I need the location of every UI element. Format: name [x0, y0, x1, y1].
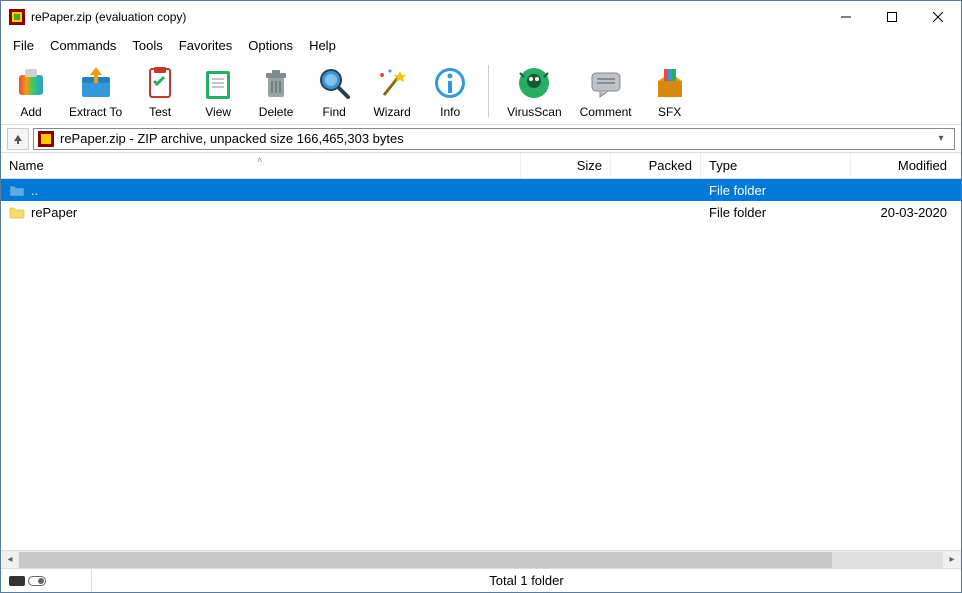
column-type[interactable]: Type: [701, 153, 851, 178]
menu-favorites[interactable]: Favorites: [171, 36, 240, 55]
column-packed[interactable]: Packed: [611, 153, 701, 178]
folder-icon: [9, 205, 25, 219]
extract-to-button[interactable]: Extract To: [69, 63, 122, 119]
toolbar: Add Extract To Test View Delete Find Wiz…: [1, 57, 961, 125]
maximize-button[interactable]: [869, 2, 915, 32]
close-button[interactable]: [915, 2, 961, 32]
virusscan-button[interactable]: VirusScan: [507, 63, 561, 119]
add-button[interactable]: Add: [11, 63, 51, 119]
find-icon: [314, 63, 354, 103]
info-icon: [430, 63, 470, 103]
address-text: rePaper.zip - ZIP archive, unpacked size…: [60, 131, 926, 146]
titlebar: rePaper.zip (evaluation copy): [1, 1, 961, 33]
address-field[interactable]: rePaper.zip - ZIP archive, unpacked size…: [33, 128, 955, 150]
virusscan-icon: [514, 63, 554, 103]
wizard-button[interactable]: Wizard: [372, 63, 412, 119]
status-left: [1, 576, 91, 586]
delete-icon: [256, 63, 296, 103]
scroll-left-button[interactable]: ◂: [1, 551, 19, 569]
menu-tools[interactable]: Tools: [124, 36, 170, 55]
scroll-thumb[interactable]: [19, 552, 832, 568]
status-text: Total 1 folder: [91, 569, 961, 592]
comment-button[interactable]: Comment: [580, 63, 632, 119]
sfx-icon: [650, 63, 690, 103]
menu-help[interactable]: Help: [301, 36, 344, 55]
file-type: File folder: [701, 205, 851, 220]
test-button[interactable]: Test: [140, 63, 180, 119]
list-item[interactable]: rePaper File folder 20-03-2020: [1, 201, 961, 223]
view-button[interactable]: View: [198, 63, 238, 119]
file-modified: 20-03-2020: [851, 205, 961, 220]
minimize-button[interactable]: [823, 2, 869, 32]
file-name: ..: [31, 183, 38, 198]
delete-button[interactable]: Delete: [256, 63, 296, 119]
list-item[interactable]: .. File folder: [1, 179, 961, 201]
scroll-track[interactable]: [19, 552, 943, 568]
scroll-right-button[interactable]: ▸: [943, 551, 961, 569]
comment-icon: [586, 63, 626, 103]
menu-file[interactable]: File: [5, 36, 42, 55]
up-button[interactable]: [7, 128, 29, 150]
column-headers: ˄ Name Size Packed Type Modified: [1, 153, 961, 179]
address-dropdown[interactable]: ▾: [932, 133, 950, 144]
menu-commands[interactable]: Commands: [42, 36, 124, 55]
disk-icon: [9, 576, 25, 586]
view-icon: [198, 63, 238, 103]
app-icon: [9, 9, 25, 25]
file-type: File folder: [701, 183, 851, 198]
test-icon: [140, 63, 180, 103]
info-button[interactable]: Info: [430, 63, 470, 119]
horizontal-scrollbar[interactable]: ◂ ▸: [1, 550, 961, 568]
wizard-icon: [372, 63, 412, 103]
file-list[interactable]: .. File folder rePaper File folder 20-03…: [1, 179, 961, 550]
toolbar-separator: [488, 65, 489, 117]
window-title: rePaper.zip (evaluation copy): [31, 10, 823, 24]
column-size[interactable]: Size: [521, 153, 611, 178]
menubar: File Commands Tools Favorites Options He…: [1, 33, 961, 57]
parent-folder-icon: [9, 183, 25, 197]
addressbar: rePaper.zip - ZIP archive, unpacked size…: [1, 125, 961, 153]
add-icon: [11, 63, 51, 103]
archive-icon: [38, 131, 54, 147]
toggle-icon: [28, 576, 46, 586]
statusbar: Total 1 folder: [1, 568, 961, 592]
extract-icon: [76, 63, 116, 103]
sort-indicator: ˄: [257, 155, 262, 165]
find-button[interactable]: Find: [314, 63, 354, 119]
menu-options[interactable]: Options: [240, 36, 301, 55]
file-name: rePaper: [31, 205, 77, 220]
column-modified[interactable]: Modified: [851, 153, 961, 178]
sfx-button[interactable]: SFX: [650, 63, 690, 119]
